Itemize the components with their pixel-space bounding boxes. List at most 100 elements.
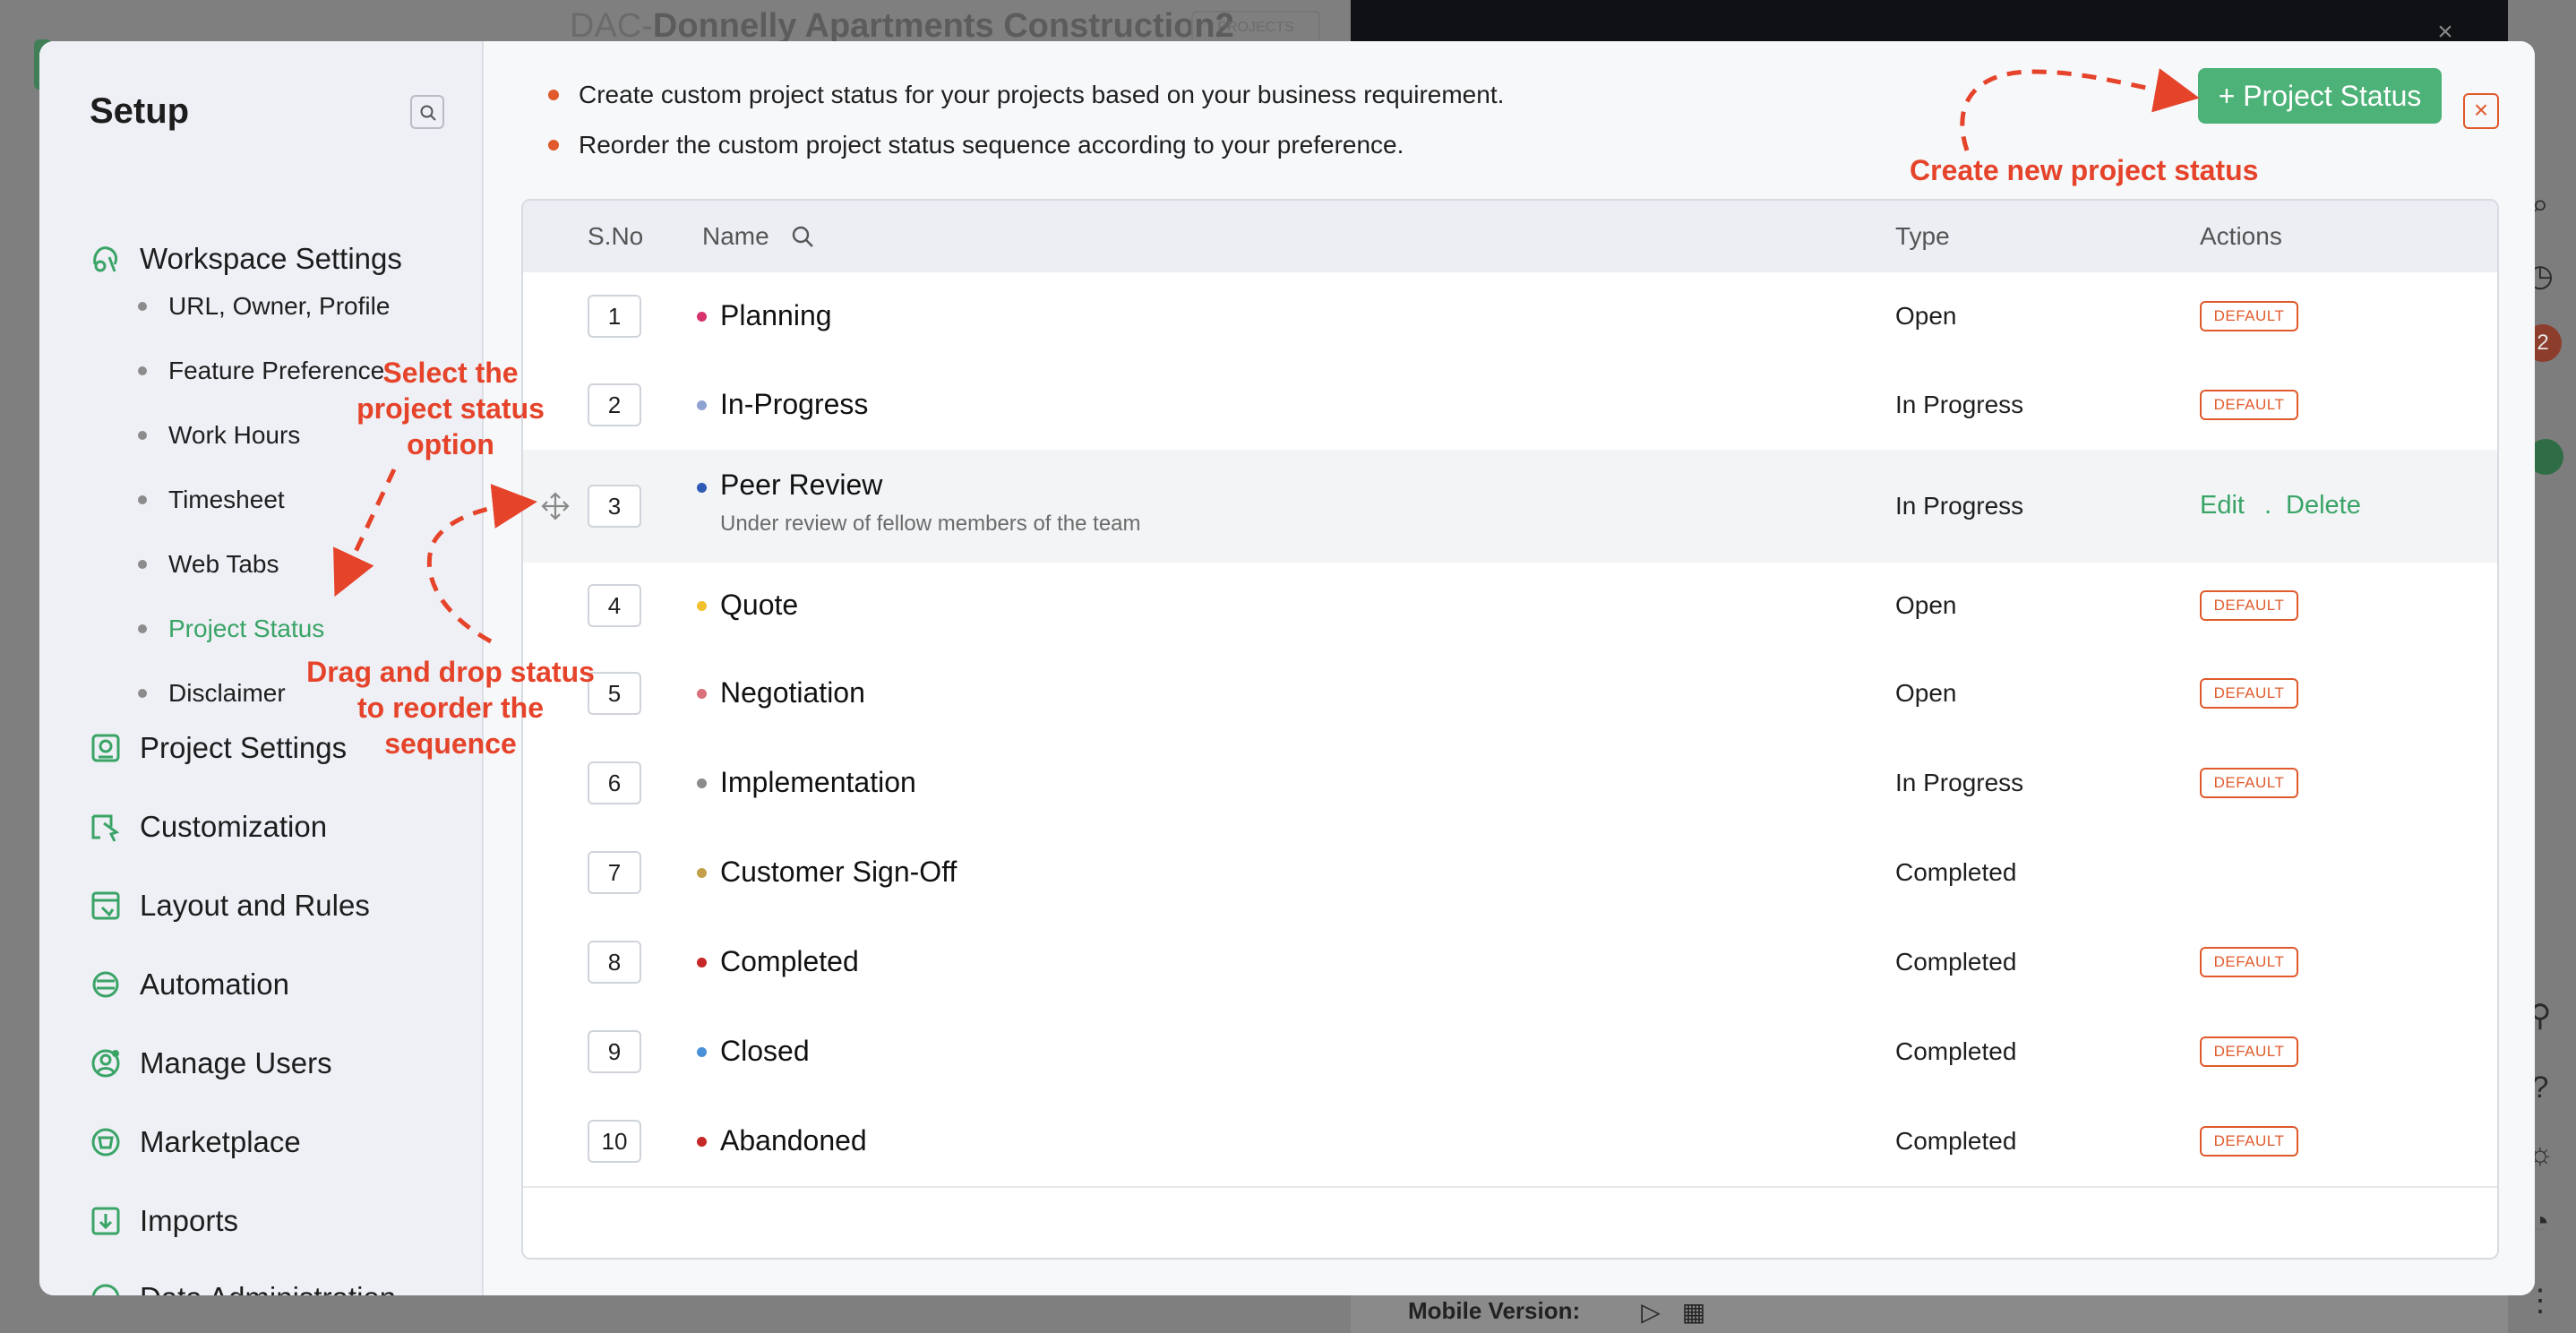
column-header-type: Type	[1895, 222, 1950, 250]
nav-label: Customization	[140, 810, 328, 843]
bullet-dot	[138, 495, 147, 504]
qr-code-icon[interactable]: ▦	[1679, 1297, 1709, 1328]
sidebar-item-work-hours[interactable]: Work Hours	[138, 417, 300, 453]
row-sno: 8	[588, 941, 641, 984]
manage-users-icon	[91, 1049, 120, 1078]
name-search-icon[interactable]	[790, 224, 815, 249]
edit-link[interactable]: Edit	[2200, 491, 2245, 520]
row-sno: 1	[588, 295, 641, 338]
default-badge: DEFAULT	[2200, 301, 2298, 331]
row-sno: 4	[588, 584, 641, 627]
status-color-dot	[697, 1047, 707, 1057]
table-row[interactable]: 4 Quote Open DEFAULT	[523, 563, 2497, 650]
nav-customization[interactable]: Customization	[88, 806, 327, 847]
nav-label: Marketplace	[140, 1125, 301, 1158]
table-row[interactable]: 2 In-Progress In Progress DEFAULT	[523, 360, 2497, 452]
search-icon	[420, 105, 436, 121]
sidebar-item-disclaimer[interactable]: Disclaimer	[138, 675, 286, 711]
annotation-line: sequence	[384, 727, 517, 760]
default-badge: DEFAULT	[2200, 947, 2298, 977]
default-badge: DEFAULT	[2200, 1036, 2298, 1067]
default-badge: DEFAULT	[2200, 390, 2298, 420]
nav-workspace-settings[interactable]: Workspace Settings	[88, 238, 402, 280]
annotation-line: Drag and drop status	[306, 656, 595, 688]
status-type: In Progress	[1895, 492, 2024, 520]
row-sno: 6	[588, 761, 641, 804]
play-store-icon[interactable]: ▷	[1636, 1297, 1666, 1328]
status-name: Quote	[720, 589, 799, 621]
sidebar-search-button[interactable]	[410, 95, 444, 129]
table-row[interactable]: 9 Closed Completed DEFAULT	[523, 1007, 2497, 1098]
table-row[interactable]: 10 Abandoned Completed DEFAULT	[523, 1096, 2497, 1188]
sidebar-item-project-status[interactable]: Project Status	[138, 611, 324, 647]
nav-marketplace[interactable]: Marketplace	[88, 1122, 301, 1163]
status-name: Abandoned	[720, 1124, 867, 1157]
status-name: Peer Review	[720, 469, 883, 501]
table-row[interactable]: 5 Negotiation Open DEFAULT	[523, 649, 2497, 740]
status-type: Open	[1895, 302, 1957, 330]
default-badge: DEFAULT	[2200, 678, 2298, 709]
nav-imports[interactable]: Imports	[88, 1200, 238, 1242]
row-sno: 3	[588, 485, 641, 528]
sidebar-item-url-owner-profile[interactable]: URL, Owner, Profile	[138, 288, 390, 324]
sidebar-item-web-tabs[interactable]: Web Tabs	[138, 546, 279, 582]
nav-label: Workspace Settings	[140, 242, 402, 275]
sidebar-item-timesheet[interactable]: Timesheet	[138, 482, 285, 518]
sidebar-item-label: Work Hours	[168, 421, 301, 449]
table-row[interactable]: 1 Planning Open DEFAULT	[523, 272, 2497, 362]
customization-icon	[91, 814, 120, 842]
sidebar-item-label: Disclaimer	[168, 679, 286, 707]
bullet-dot	[138, 689, 147, 698]
status-name: In-Progress	[720, 388, 869, 420]
status-color-dot	[697, 400, 707, 410]
annotation-drag-drop: Drag and drop status to reorder the sequ…	[301, 654, 600, 761]
nav-manage-users[interactable]: Manage Users	[88, 1043, 332, 1084]
marketplace-icon	[91, 1128, 120, 1157]
nav-layout-and-rules[interactable]: Layout and Rules	[88, 885, 370, 926]
table-row[interactable]: 8 Completed Completed DEFAULT	[523, 917, 2497, 1009]
annotation-line: Select the	[382, 357, 519, 389]
info-text: Create custom project status for your pr…	[579, 81, 1505, 108]
table-header: S.No Name Type Actions	[523, 201, 2497, 274]
table-row[interactable]: 7 Customer Sign-Off Completed	[523, 828, 2497, 919]
default-badge: DEFAULT	[2200, 590, 2298, 621]
project-code: DAC-	[570, 7, 653, 45]
status-color-dot	[697, 1137, 707, 1147]
automation-icon	[92, 971, 119, 998]
mobile-version-label: Mobile Version:	[1408, 1297, 1581, 1324]
status-type: Completed	[1895, 948, 2017, 976]
column-header-actions: Actions	[2200, 222, 2282, 250]
annotation-select-option: Select the project status option	[340, 355, 561, 462]
status-type: Open	[1895, 679, 1957, 707]
workspace-icon	[93, 246, 118, 272]
status-name: Negotiation	[720, 676, 865, 709]
table-row[interactable]: 6 Implementation In Progress DEFAULT	[523, 738, 2497, 830]
imports-icon	[91, 1207, 120, 1235]
background-project-title: DAC-Donnelly Apartments Construction2	[570, 7, 1234, 46]
sidebar-item-label: URL, Owner, Profile	[168, 292, 391, 320]
row-sno: 10	[588, 1120, 641, 1163]
nav-automation[interactable]: Automation	[88, 964, 289, 1005]
bullet-dot	[138, 624, 147, 633]
status-color-dot	[697, 312, 707, 322]
close-icon[interactable]: ×	[2463, 93, 2499, 129]
bullet-dot	[548, 90, 559, 100]
column-header-name: Name	[702, 222, 769, 250]
bullet-dot	[138, 366, 147, 375]
default-badge: DEFAULT	[2200, 1126, 2298, 1157]
setup-title: Setup	[90, 91, 190, 131]
delete-link[interactable]: Delete	[2286, 491, 2361, 520]
default-badge: DEFAULT	[2200, 768, 2298, 798]
data-admin-icon	[91, 1284, 120, 1295]
add-project-status-button[interactable]: + Project Status	[2198, 68, 2442, 124]
bullet-dot	[138, 431, 147, 440]
bullet-dot	[138, 302, 147, 311]
table-row[interactable]: 3 Under review of fellow members of the t…	[523, 450, 2497, 564]
nav-data-administration[interactable]: Data Administration	[88, 1277, 396, 1295]
apple-icon[interactable]	[1593, 1297, 1623, 1328]
status-type: Completed	[1895, 858, 2017, 886]
drag-handle-icon[interactable]	[539, 490, 571, 522]
project-status-panel: Create custom project status for your pr…	[484, 41, 2535, 1295]
layout-rules-icon	[91, 891, 120, 920]
status-color-dot	[697, 483, 707, 493]
